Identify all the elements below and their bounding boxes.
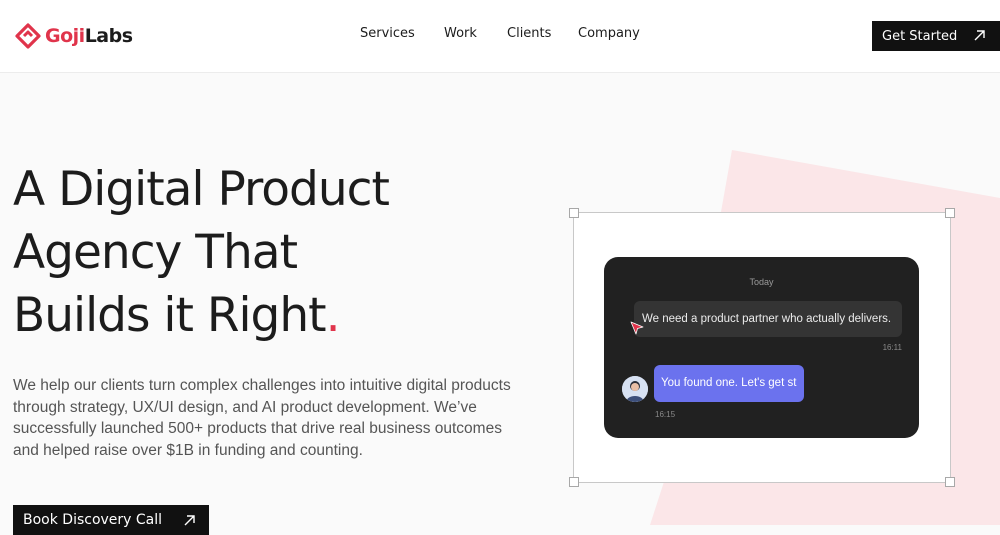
headline-accent-dot: . — [325, 288, 341, 343]
chat-message-time: 16:15 — [655, 410, 676, 419]
hero-headline: A Digital Product Agency That Builds it … — [13, 158, 390, 347]
resize-handle-bottom-left — [569, 477, 579, 487]
chat-day-label: Today — [749, 277, 774, 287]
chat-message-time: 16:11 — [882, 343, 902, 352]
resize-handle-top-left — [569, 208, 579, 218]
book-discovery-call-button[interactable]: Book Discovery Call — [13, 505, 209, 535]
headline-line-1: A Digital Product — [13, 162, 390, 217]
chat-message-outgoing: You found one. Let's get st — [654, 365, 804, 402]
pointer-cursor-icon — [630, 321, 644, 335]
resize-handle-bottom-right — [945, 477, 955, 487]
person-avatar-icon — [622, 376, 648, 402]
chat-mockup: Today We need a product partner who actu… — [604, 257, 919, 438]
avatar — [622, 376, 648, 402]
arrow-up-right-icon — [184, 515, 195, 526]
resize-handle-top-right — [945, 208, 955, 218]
hero-description: We help our clients turn complex challen… — [13, 377, 511, 459]
chat-message-incoming: We need a product partner who actually d… — [634, 301, 902, 337]
headline-line-3: Builds it Right. — [13, 288, 341, 343]
book-discovery-call-label: Book Discovery Call — [23, 512, 163, 528]
headline-line-2: Agency That — [13, 225, 298, 280]
